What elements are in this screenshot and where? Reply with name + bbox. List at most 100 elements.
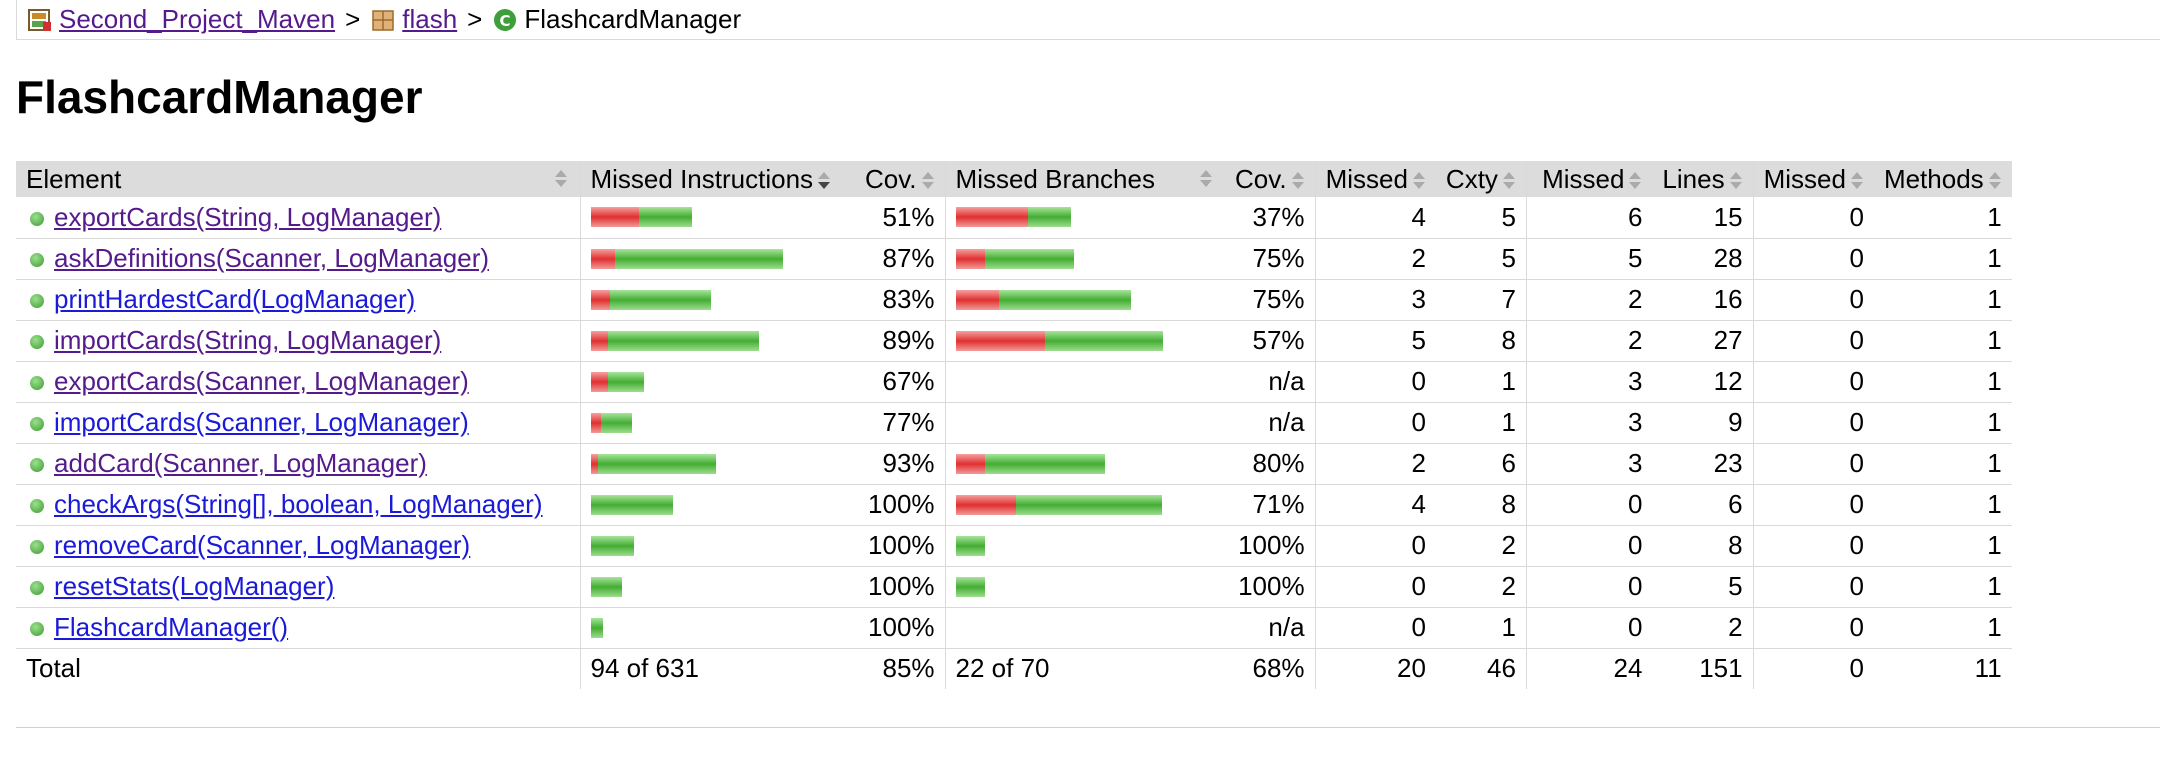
lines-cell: 16 [1652, 279, 1754, 321]
total-instructions: 94 of 631 [579, 648, 855, 689]
missed-cxty-cell: 3 [1314, 279, 1436, 321]
header-label: Methods [1883, 163, 1984, 194]
methods-cell: 1 [1873, 402, 2012, 444]
covered-bar-segment [1044, 330, 1163, 351]
class-icon: C [492, 7, 518, 33]
method-link[interactable]: exportCards(String, LogManager) [54, 202, 441, 232]
missed-bar-segment [955, 207, 1028, 228]
branches-bar-cell [944, 320, 1226, 362]
branches-coverage-bar [955, 453, 1216, 474]
covered-bar-segment [597, 453, 716, 474]
instructions-bar-cell [579, 238, 855, 280]
element-cell: addCard(Scanner, LogManager) [16, 443, 580, 485]
covered-bar-segment [590, 494, 673, 515]
missed-methods-cell: 0 [1752, 197, 1874, 239]
missed-bar-segment [955, 453, 985, 474]
col-methods[interactable]: Methods [1873, 161, 2012, 197]
method-link[interactable]: resetStats(LogManager) [54, 571, 334, 601]
method-status-icon [30, 211, 44, 226]
col-lines[interactable]: Lines [1652, 161, 1754, 197]
header-label: Lines [1662, 163, 1725, 194]
table-row: removeCard(Scanner, LogManager) 100% 100% 0… [16, 525, 2012, 567]
method-link[interactable]: addCard(Scanner, LogManager) [54, 448, 427, 478]
method-status-icon [30, 376, 44, 391]
total-methods: 11 [1974, 653, 2002, 684]
breadcrumb: Second_Project_Maven > flash > C Flashca… [16, 0, 2160, 40]
breadcrumb-package-link[interactable]: flash [402, 4, 457, 35]
sort-icon [554, 169, 568, 189]
covered-bar-segment [614, 248, 783, 269]
breadcrumb-separator: > [345, 4, 361, 34]
col-missed-branches[interactable]: Missed Branches [944, 161, 1226, 197]
branches-bar-cell [944, 361, 1226, 403]
br-cov-cell: 80% [1225, 443, 1316, 485]
missed-cxty-cell: 4 [1314, 484, 1436, 526]
methods-cell: 1 [1873, 484, 2012, 526]
instructions-bar-cell [579, 361, 855, 403]
method-link[interactable]: importCards(String, LogManager) [54, 325, 441, 355]
table-row: resetStats(LogManager) 100% 100% 0 2 0 5 0 1 [16, 566, 2012, 608]
branches-bar-cell [944, 443, 1226, 485]
col-missed-lines[interactable]: Missed [1525, 161, 1653, 197]
missed-cxty-cell: 2 [1314, 443, 1436, 485]
cxty-cell: 2 [1435, 566, 1527, 608]
table-row: FlashcardManager() 100% n/a 0 1 0 2 0 1 [16, 607, 2012, 649]
total-label: Total [26, 653, 81, 684]
table-row: askDefinitions(Scanner, LogManager) 87% 75… [16, 238, 2012, 280]
instructions-coverage-bar [590, 412, 846, 433]
br-cov-cell: n/a [1225, 402, 1316, 444]
breadcrumb-project-link[interactable]: Second_Project_Maven [59, 4, 335, 35]
missed-bar-segment [590, 330, 608, 351]
sort-icon [1729, 171, 1743, 191]
col-cov-branches[interactable]: Cov. [1225, 161, 1316, 197]
col-cov-instructions[interactable]: Cov. [855, 161, 946, 197]
element-cell: importCards(Scanner, LogManager) [16, 402, 580, 444]
instructions-bar-cell [579, 525, 855, 567]
lines-cell: 23 [1652, 443, 1754, 485]
col-missed-cxty[interactable]: Missed [1314, 161, 1436, 197]
lines-cell: 8 [1652, 525, 1754, 567]
method-link[interactable]: exportCards(Scanner, LogManager) [54, 366, 469, 396]
instructions-coverage-bar [590, 289, 846, 310]
method-link[interactable]: askDefinitions(Scanner, LogManager) [54, 243, 489, 273]
missed-cxty-cell: 5 [1314, 320, 1436, 362]
method-link[interactable]: printHardestCard(LogManager) [54, 284, 415, 314]
method-status-icon [30, 335, 44, 350]
col-missed-instructions[interactable]: Missed Instructions [579, 161, 855, 197]
cxty-cell: 1 [1435, 402, 1527, 444]
table-row: importCards(String, LogManager) 89% 57% 5 8 2… [16, 320, 2012, 362]
missed-bar-segment [590, 412, 601, 433]
method-link[interactable]: removeCard(Scanner, LogManager) [54, 530, 470, 560]
covered-bar-segment [955, 535, 985, 556]
instructions-coverage-bar [590, 617, 846, 638]
methods-cell: 1 [1873, 197, 2012, 239]
covered-bar-segment [638, 207, 692, 228]
instr-cov-cell: 100% [855, 525, 946, 567]
missed-bar-segment [590, 207, 639, 228]
header-label: Missed [1763, 163, 1846, 194]
method-link[interactable]: checkArgs(String[], boolean, LogManager) [54, 489, 543, 519]
instr-cov-cell: 89% [855, 320, 946, 362]
sort-icon [921, 171, 935, 191]
cxty-cell: 1 [1435, 361, 1527, 403]
col-missed-methods[interactable]: Missed [1752, 161, 1874, 197]
element-cell: exportCards(Scanner, LogManager) [16, 361, 580, 403]
lines-cell: 27 [1652, 320, 1754, 362]
instructions-coverage-bar [590, 248, 846, 269]
table-row: checkArgs(String[], boolean, LogManager)… [16, 484, 2012, 526]
method-link[interactable]: FlashcardManager() [54, 612, 288, 642]
instructions-coverage-bar [590, 371, 846, 392]
method-link[interactable]: importCards(Scanner, LogManager) [54, 407, 469, 437]
covered-bar-segment [998, 289, 1131, 310]
covered-bar-segment [609, 289, 711, 310]
col-element[interactable]: Element [16, 161, 580, 197]
col-cxty[interactable]: Cxty [1435, 161, 1527, 197]
methods-cell: 1 [1873, 361, 2012, 403]
covered-bar-segment [607, 330, 759, 351]
element-cell: printHardestCard(LogManager) [16, 279, 580, 321]
header-label: Missed [1325, 163, 1408, 194]
missed-lines-cell: 3 [1525, 443, 1653, 485]
total-missed-cxty: 20 [1314, 648, 1436, 689]
table-row: exportCards(String, LogManager) 51% 37% 4 5 6… [16, 197, 2012, 239]
covered-bar-segment [607, 371, 644, 392]
